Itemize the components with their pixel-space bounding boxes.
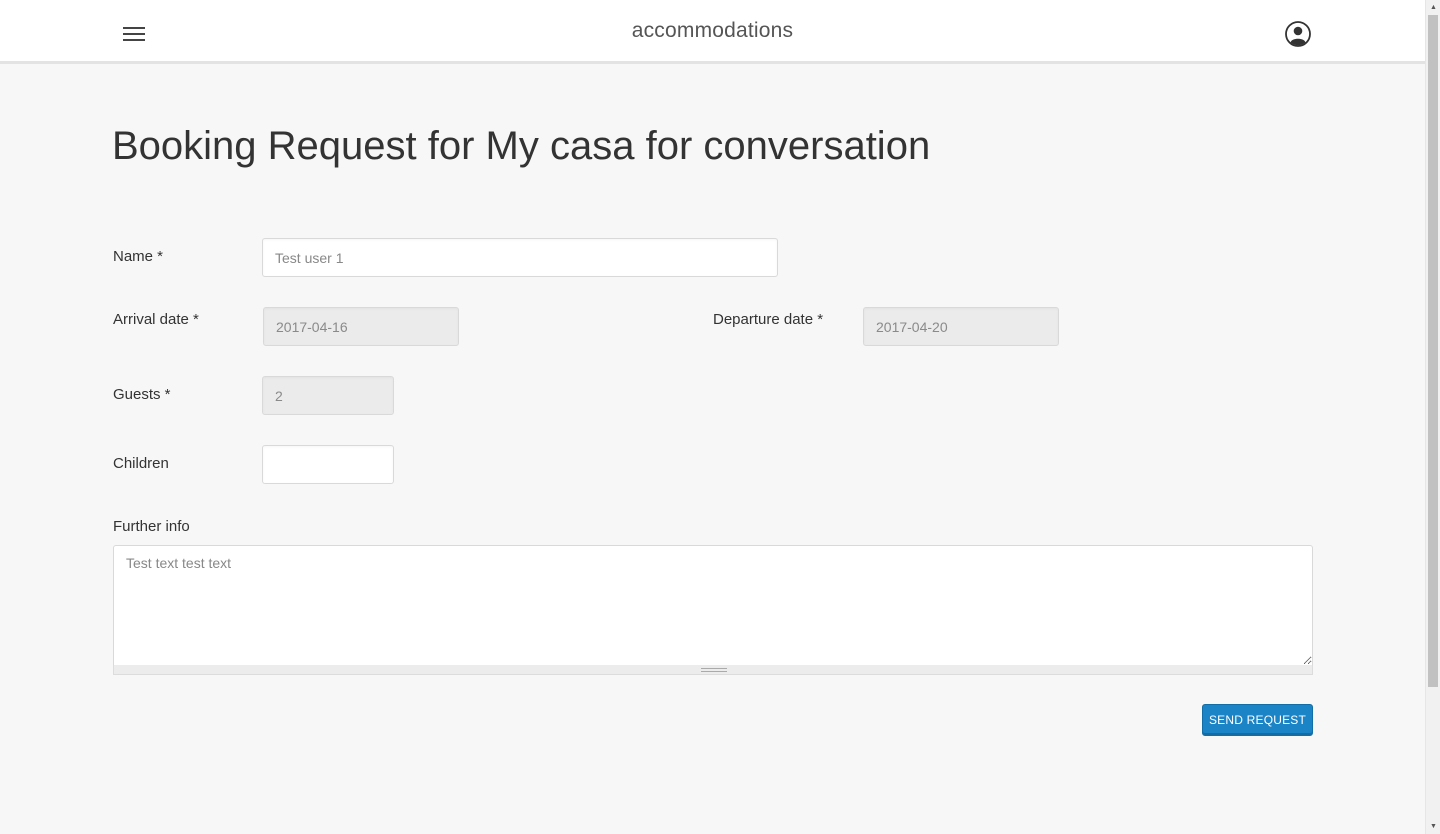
send-request-button[interactable]: SEND REQUEST — [1202, 704, 1313, 736]
grip-icon — [701, 668, 727, 672]
brand-title[interactable]: accommodations — [0, 19, 1425, 43]
scroll-up-arrow-icon[interactable]: ▲ — [1426, 0, 1440, 15]
user-account-icon[interactable] — [1284, 20, 1312, 48]
scrollbar-thumb[interactable] — [1428, 15, 1438, 687]
arrival-date-input[interactable] — [263, 307, 459, 346]
further-info-label: Further info — [113, 518, 190, 535]
page-viewport: accommodations Booking Request for My ca… — [0, 0, 1425, 834]
textarea-resize-handle[interactable] — [113, 665, 1313, 675]
children-input[interactable] — [262, 445, 394, 484]
children-label: Children — [113, 455, 169, 472]
departure-date-input[interactable] — [863, 307, 1059, 346]
guests-input[interactable] — [262, 376, 394, 415]
further-info-textarea[interactable]: Test text test text — [113, 545, 1313, 666]
top-navbar: accommodations — [0, 0, 1425, 64]
name-label: Name * — [113, 248, 164, 265]
departure-date-label: Departure date * — [713, 311, 824, 328]
name-input[interactable] — [262, 238, 778, 277]
page-title: Booking Request for My casa for conversa… — [112, 124, 931, 168]
guests-label: Guests * — [113, 386, 171, 403]
arrival-date-label: Arrival date * — [113, 311, 199, 328]
vertical-scrollbar[interactable]: ▲ ▼ — [1425, 0, 1440, 834]
scroll-down-arrow-icon[interactable]: ▼ — [1426, 819, 1440, 834]
